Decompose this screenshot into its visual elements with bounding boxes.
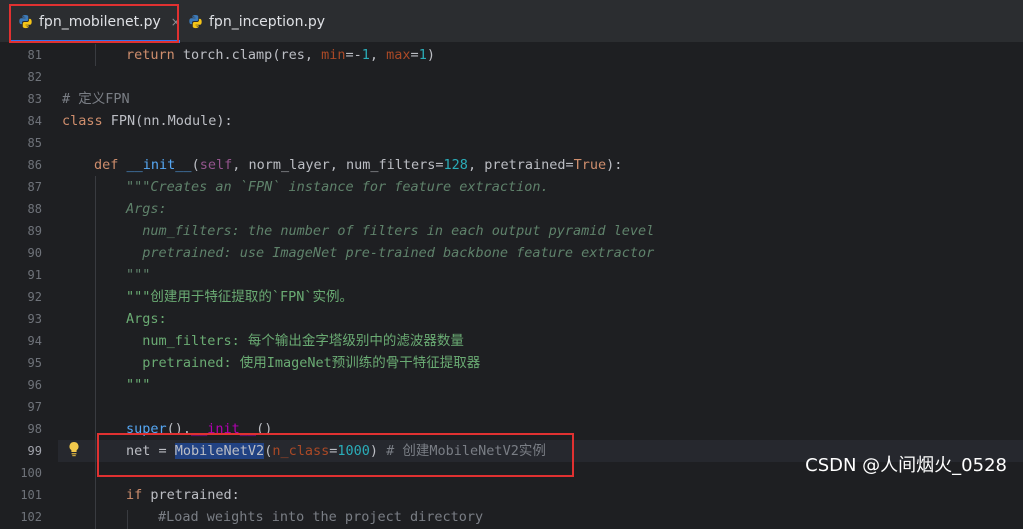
line-number: 102 — [20, 510, 42, 524]
indent-guide — [95, 176, 96, 529]
code-line-96: """ — [126, 377, 151, 393]
editor-tab-bar: fpn_mobilenet.py × fpn_inception.py — [0, 0, 1023, 43]
line-number: 94 — [27, 334, 42, 348]
code-line-99: net = MobileNetV2(n_class=1000) # 创建Mobi… — [126, 443, 546, 459]
code-line-84: class FPN(nn.Module): — [62, 113, 233, 129]
line-number: 96 — [27, 378, 42, 392]
code-line-102: #Load weights into the project directory — [158, 509, 484, 525]
tab-label: fpn_mobilenet.py — [39, 13, 161, 30]
line-gutter: 81 82 83 84 85 86 87 88 89 90 91 92 93 9… — [0, 44, 58, 529]
code-line-94: num_filters: 每个输出金字塔级别中的滤波器数量 — [126, 333, 464, 349]
tab-fpn-mobilenet[interactable]: fpn_mobilenet.py × — [18, 0, 181, 43]
active-tab-indicator — [10, 40, 180, 43]
indent-guide — [127, 510, 128, 529]
line-number: 88 — [27, 202, 42, 216]
code-line-95: pretrained: 使用ImageNet预训练的骨干特征提取器 — [126, 355, 481, 371]
line-number: 89 — [27, 224, 42, 238]
tab-label: fpn_inception.py — [209, 13, 326, 30]
watermark: CSDN @人间烟火_0528 — [805, 455, 1007, 476]
line-number-current: 99 — [27, 444, 42, 458]
lightbulb-icon[interactable] — [68, 441, 80, 457]
line-number: 92 — [27, 290, 42, 304]
code-line-89: num_filters: the number of filters in ea… — [126, 223, 655, 239]
line-number: 84 — [27, 114, 42, 128]
code-line-90: pretrained: use ImageNet pre-trained bac… — [126, 245, 655, 261]
line-number: 101 — [20, 488, 42, 502]
code-line-98: super().__init__() — [126, 421, 273, 437]
line-number: 97 — [27, 400, 42, 414]
tab-fpn-inception[interactable]: fpn_inception.py — [188, 0, 325, 43]
python-icon — [189, 14, 202, 29]
python-icon — [19, 14, 32, 29]
code-line-91: """ — [126, 267, 151, 283]
line-number: 83 — [27, 92, 42, 106]
line-number: 81 — [27, 48, 42, 62]
line-number: 82 — [27, 70, 42, 84]
close-icon[interactable]: × — [171, 15, 181, 29]
line-number: 85 — [27, 136, 42, 150]
indent-guide — [95, 44, 96, 66]
line-number: 91 — [27, 268, 42, 282]
code-line-81: return torch.clamp(res, min=-1, max=1) — [126, 47, 435, 63]
line-number: 86 — [27, 158, 42, 172]
code-line-86: def __init__(self, norm_layer, num_filte… — [94, 157, 623, 173]
code-line-83: # 定义FPN — [62, 91, 130, 107]
code-line-101: if pretrained: — [126, 487, 240, 503]
code-line-92: """创建用于特征提取的`FPN`实例。 — [126, 289, 354, 305]
line-number: 87 — [27, 180, 42, 194]
line-number: 90 — [27, 246, 42, 260]
line-number: 93 — [27, 312, 42, 326]
code-line-93: Args: — [126, 311, 167, 327]
selected-identifier[interactable]: MobileNetV2 — [174, 443, 265, 459]
line-number: 100 — [20, 466, 42, 480]
line-number: 98 — [27, 422, 42, 436]
line-number: 95 — [27, 356, 42, 370]
code-line-88: Args: — [126, 201, 167, 217]
code-line-87: """Creates an `FPN` instance for feature… — [126, 179, 549, 195]
